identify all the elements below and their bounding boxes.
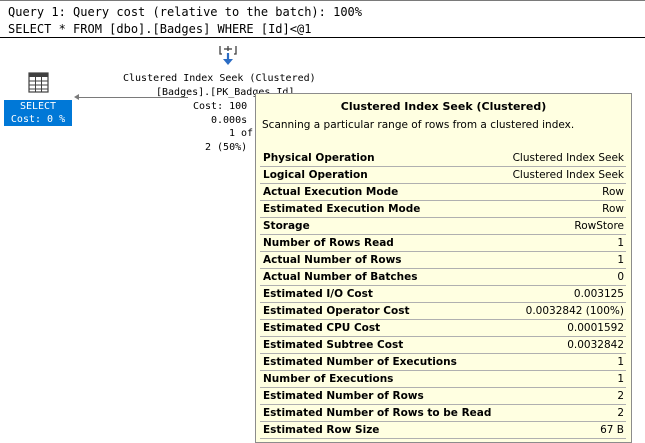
tooltip-row-value: 1 — [503, 234, 626, 252]
table-grid-icon[interactable] — [28, 72, 49, 93]
tooltip-row: Estimated Number of Rows to be Read 2 — [260, 404, 626, 422]
tooltip-row: Estimated Row Size 67 B — [260, 421, 626, 439]
seek-node-rows: 1 of — [229, 128, 254, 139]
top-border — [0, 0, 645, 1]
tooltip-row: Logical Operation Clustered Index Seek — [260, 166, 626, 184]
tooltip-row: Storage RowStore — [260, 217, 626, 235]
tooltip-description: Scanning a particular range of rows from… — [262, 119, 575, 131]
tooltip-row-value: 1 — [503, 251, 626, 269]
tooltip-row-value: Clustered Index Seek — [503, 166, 626, 184]
seek-node-name: Clustered Index Seek (Clustered) — [123, 73, 316, 84]
tooltip-row-key: Number of Rows Read — [260, 234, 504, 252]
tooltip-row-key: Estimated CPU Cost — [260, 319, 504, 337]
tooltip-row: Estimated Number of Rows 2 — [260, 387, 626, 405]
tooltip-row-key: Estimated Number of Rows to be Read — [260, 404, 504, 422]
query-cost-header: Query 1: Query cost (relative to the bat… — [8, 5, 363, 19]
tooltip-row: Actual Number of Rows 1 — [260, 251, 626, 269]
tooltip-row: Estimated Subtree Cost 0.0032842 — [260, 336, 626, 354]
tooltip-row-key: Actual Execution Mode — [260, 183, 504, 201]
tooltip-row-key: Logical Operation — [260, 166, 504, 184]
select-node-label[interactable]: SELECT Cost: 0 % — [4, 100, 72, 126]
tooltip-row-key: Estimated Operator Cost — [260, 302, 504, 320]
tooltip-row-key: Estimated Execution Mode — [260, 200, 504, 218]
tooltip-row-key: Estimated Row Size — [260, 421, 504, 439]
tooltip-row-value: Row — [503, 200, 626, 218]
tooltip-row-value: RowStore — [503, 217, 626, 235]
tooltip-row-value: Clustered Index Seek — [503, 150, 626, 167]
tooltip-row: Number of Executions 1 — [260, 370, 626, 388]
tooltip-properties-table: Physical Operation Clustered Index Seek Lo… — [260, 150, 626, 439]
tooltip-row: Estimated Execution Mode Row — [260, 200, 626, 218]
arrow-left-icon — [74, 94, 79, 100]
index-seek-icon[interactable] — [217, 44, 239, 68]
tooltip-title: Clustered Index Seek (Clustered) — [340, 100, 547, 113]
tooltip-row: Physical Operation Clustered Index Seek — [260, 150, 626, 167]
tooltip-row-key: Estimated I/O Cost — [260, 285, 504, 303]
tooltip-row-value: 0.0032842 (100%) — [503, 302, 626, 320]
tooltip-row-key: Estimated Subtree Cost — [260, 336, 504, 354]
tooltip-row-value: 0 — [503, 268, 626, 286]
tooltip-row-value: Row — [503, 183, 626, 201]
tooltip-row: Estimated I/O Cost 0.003125 — [260, 285, 626, 303]
seek-node-cost: Cost: 100 — [193, 101, 248, 112]
tooltip-row-value: 1 — [503, 353, 626, 371]
tooltip-row: Actual Number of Batches 0 — [260, 268, 626, 286]
tooltip-row: Estimated CPU Cost 0.0001592 — [260, 319, 626, 337]
tooltip-row-key: Estimated Number of Executions — [260, 353, 504, 371]
tooltip-row-key: Physical Operation — [260, 150, 504, 167]
tooltip-row-key: Number of Executions — [260, 370, 504, 388]
tooltip-row-value: 1 — [503, 370, 626, 388]
tooltip-row-value: 0.003125 — [503, 285, 626, 303]
seek-node-time: 0.000s — [211, 115, 248, 126]
tooltip-row-key: Storage — [260, 217, 504, 235]
tooltip-row: Number of Rows Read 1 — [260, 234, 626, 252]
tooltip-row-value: 0.0001592 — [503, 319, 626, 337]
tooltip-row-value: 67 B — [503, 421, 626, 439]
tooltip-row-value: 2 — [503, 404, 626, 422]
tooltip-row-value: 2 — [503, 387, 626, 405]
tooltip-row-key: Estimated Number of Rows — [260, 387, 504, 405]
tooltip-row: Estimated Operator Cost 0.0032842 (100%) — [260, 302, 626, 320]
tooltip-row: Actual Execution Mode Row — [260, 183, 626, 201]
header-separator — [0, 37, 645, 38]
tooltip-row-key: Actual Number of Batches — [260, 268, 504, 286]
tooltip-row: Estimated Number of Executions 1 — [260, 353, 626, 371]
query-text: SELECT * FROM [dbo].[Badges] WHERE [Id]<… — [8, 22, 312, 36]
select-node-name: SELECT — [19, 101, 57, 112]
tooltip-row-value: 0.0032842 — [503, 336, 626, 354]
tooltip-row-key: Actual Number of Rows — [260, 251, 504, 269]
operator-tooltip: Clustered Index Seek (Clustered) Scannin… — [255, 93, 632, 443]
select-node-cost: Cost: 0 % — [10, 114, 66, 125]
seek-node-estimate: 2 (50%) — [205, 142, 248, 153]
